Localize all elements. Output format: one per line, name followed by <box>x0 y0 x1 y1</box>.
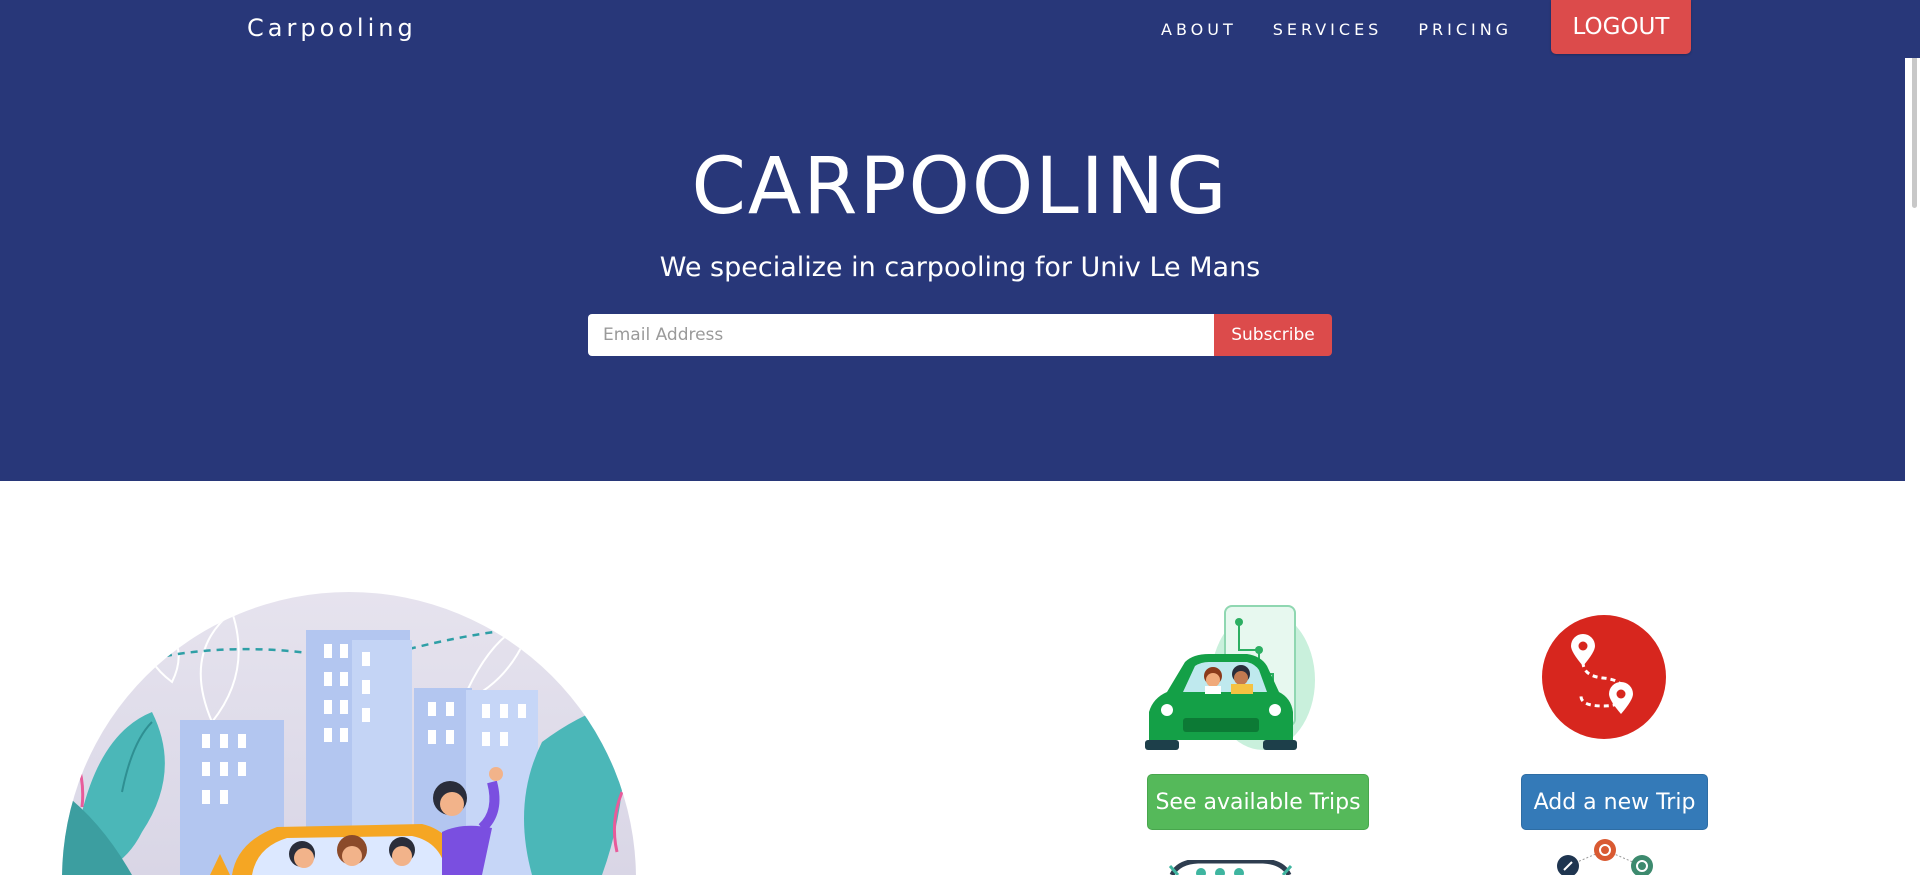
subscribe-button[interactable]: Subscribe <box>1214 314 1332 356</box>
nav-link-about[interactable]: ABOUT <box>1161 20 1237 39</box>
network-icons <box>1550 838 1660 875</box>
email-input[interactable] <box>588 314 1214 356</box>
brand-logo[interactable]: Carpooling <box>247 14 417 42</box>
carpool-city-illustration <box>62 592 636 875</box>
add-new-trip-button[interactable]: Add a new Trip <box>1521 774 1708 830</box>
logout-button[interactable]: LOGOUT <box>1551 0 1691 54</box>
hero-subtitle: We specialize in carpooling for Univ Le … <box>659 252 1261 283</box>
top-navbar: Carpooling ABOUT SERVICES PRICING LOGOUT <box>0 0 1920 58</box>
hero-title: CARPOOLING <box>691 142 1229 232</box>
see-available-trips-button[interactable]: See available Trips <box>1147 774 1369 830</box>
nav-links: ABOUT SERVICES PRICING <box>1161 20 1548 39</box>
car-front-icon <box>1168 860 1293 875</box>
car-app-illustration <box>1143 600 1318 752</box>
hero-section: CARPOOLING We specialize in carpooling f… <box>0 0 1920 481</box>
nav-link-services[interactable]: SERVICES <box>1273 20 1383 39</box>
nav-link-pricing[interactable]: PRICING <box>1418 20 1512 39</box>
route-pin-icon <box>1541 614 1667 740</box>
